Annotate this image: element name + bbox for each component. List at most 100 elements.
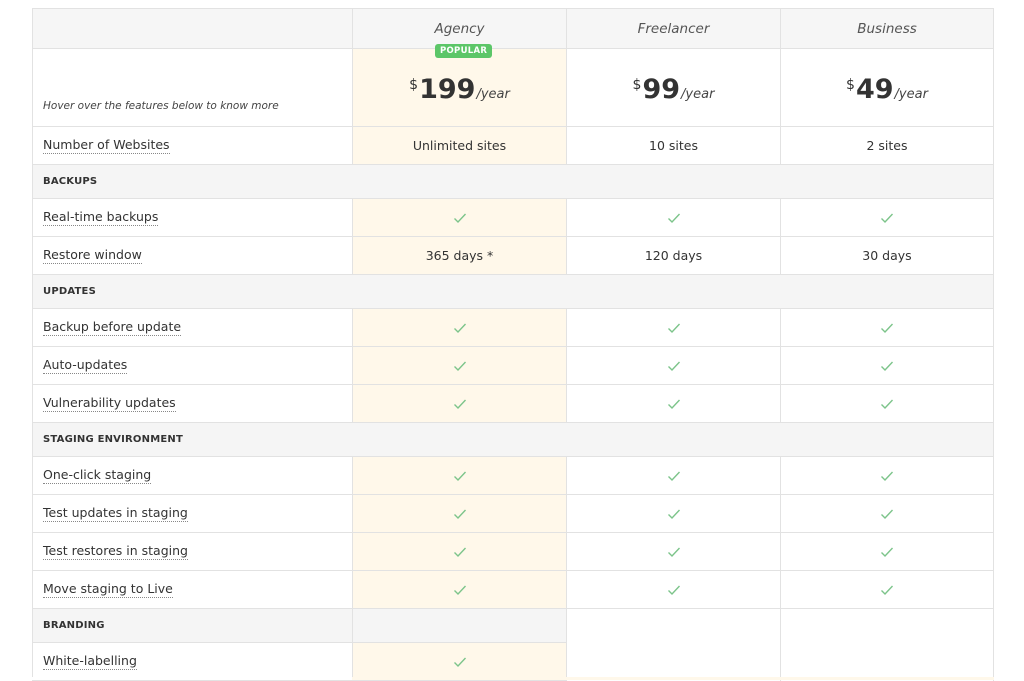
check-icon (453, 360, 467, 372)
section-title: BRANDING (32, 609, 352, 643)
check-icon (880, 584, 894, 596)
feature-row-white-labelling: White-labelling (32, 643, 994, 681)
business-cell (780, 199, 994, 237)
check-icon (667, 470, 681, 482)
section-backups: BACKUPS (32, 165, 994, 199)
freelancer-cell (566, 495, 780, 533)
feature-row-test-updates-staging: Test updates in staging (32, 495, 994, 533)
check-icon (667, 212, 681, 224)
price-period: /year (476, 86, 510, 102)
plan-name-business: Business (780, 9, 994, 49)
feature-label-cell: Backup before update (32, 309, 352, 347)
feature-row-websites: Number of Websites Unlimited sites 10 si… (32, 127, 994, 165)
feature-row-restore-window: Restore window 365 days * 120 days 30 da… (32, 237, 994, 275)
section-title: STAGING ENVIRONMENT (32, 423, 994, 457)
header-empty-cell (32, 9, 352, 49)
business-cell (780, 385, 994, 423)
business-cell (780, 495, 994, 533)
agency-cell (352, 385, 566, 423)
plan-name-agency: Agency (352, 9, 566, 49)
check-icon (880, 508, 894, 520)
hover-hint: Hover over the features below to know mo… (32, 49, 352, 127)
agency-cell (352, 643, 566, 681)
empty-cell (566, 643, 780, 681)
feature-label[interactable]: Real-time backups (43, 209, 159, 226)
section-branding: BRANDING (32, 609, 994, 643)
restore-agency: 365 days * (352, 237, 566, 275)
agency-cell (352, 571, 566, 609)
agency-cell (352, 533, 566, 571)
feature-label-cell: Move staging to Live (32, 571, 352, 609)
price-amount: 199 (419, 73, 476, 105)
feature-label[interactable]: One-click staging (43, 467, 152, 484)
section-updates: UPDATES (32, 275, 994, 309)
feature-label-cell: Auto-updates (32, 347, 352, 385)
feature-row-auto-updates: Auto-updates (32, 347, 994, 385)
business-cell (780, 533, 994, 571)
websites-agency: Unlimited sites (352, 127, 566, 165)
check-icon (667, 360, 681, 372)
check-icon (880, 546, 894, 558)
feature-label[interactable]: Auto-updates (43, 357, 128, 374)
feature-label[interactable]: White-labelling (43, 653, 137, 670)
currency-symbol: $ (409, 76, 419, 93)
currency-symbol: $ (846, 76, 855, 93)
check-icon (453, 212, 467, 224)
price-period: /year (681, 86, 715, 102)
empty-cell (566, 609, 780, 643)
check-icon (667, 322, 681, 334)
freelancer-cell (566, 533, 780, 571)
check-icon (453, 508, 467, 520)
check-icon (453, 470, 467, 482)
business-cell (780, 457, 994, 495)
restore-freelancer: 120 days (566, 237, 780, 275)
plan-name-freelancer: Freelancer (566, 9, 780, 49)
feature-label-cell: Number of Websites (32, 127, 352, 165)
price-amount: 49 (855, 73, 894, 105)
feature-label[interactable]: Move staging to Live (43, 581, 173, 598)
websites-business: 2 sites (780, 127, 994, 165)
freelancer-cell (566, 199, 780, 237)
freelancer-cell (566, 347, 780, 385)
freelancer-cell (566, 457, 780, 495)
feature-row-vulnerability-updates: Vulnerability updates (32, 385, 994, 423)
section-title: BACKUPS (32, 165, 994, 199)
feature-label[interactable]: Vulnerability updates (43, 395, 176, 412)
section-title: UPDATES (32, 275, 994, 309)
restore-business: 30 days (780, 237, 994, 275)
price-business: $ 49 /year (780, 49, 994, 127)
websites-freelancer: 10 sites (566, 127, 780, 165)
check-icon (667, 398, 681, 410)
check-icon (880, 470, 894, 482)
section-fill (352, 609, 566, 643)
business-cell (780, 309, 994, 347)
feature-label-cell: Real-time backups (32, 199, 352, 237)
feature-label[interactable]: Test updates in staging (43, 505, 188, 522)
feature-label-cell: One-click staging (32, 457, 352, 495)
empty-cell (780, 609, 994, 643)
freelancer-cell (566, 385, 780, 423)
feature-row-test-restores-staging: Test restores in staging (32, 533, 994, 571)
feature-label-cell: Restore window (32, 237, 352, 275)
check-icon (880, 212, 894, 224)
feature-label[interactable]: Backup before update (43, 319, 182, 336)
check-icon (453, 546, 467, 558)
empty-cell (780, 643, 994, 681)
feature-label[interactable]: Test restores in staging (43, 543, 188, 560)
price-row: POPULAR Hover over the features below to… (32, 44, 994, 127)
agency-cell (352, 495, 566, 533)
check-icon (880, 360, 894, 372)
feature-label-cell: Test restores in staging (32, 533, 352, 571)
check-icon (453, 656, 467, 668)
agency-cell (352, 199, 566, 237)
check-icon (667, 584, 681, 596)
feature-label[interactable]: Restore window (43, 247, 142, 264)
freelancer-cell (566, 309, 780, 347)
agency-cell (352, 457, 566, 495)
feature-label[interactable]: Number of Websites (43, 137, 170, 154)
feature-row-one-click-staging: One-click staging (32, 457, 994, 495)
freelancer-cell (566, 571, 780, 609)
feature-row-realtime-backups: Real-time backups (32, 199, 994, 237)
agency-cell (352, 309, 566, 347)
feature-row-move-staging-live: Move staging to Live (32, 571, 994, 609)
